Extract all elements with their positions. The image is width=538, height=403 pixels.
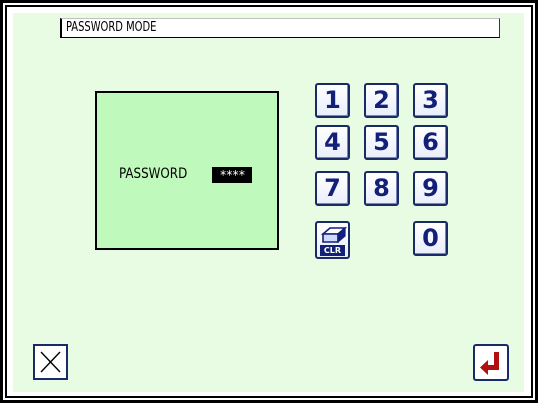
key-8[interactable]: 8 [364,171,399,206]
key-0[interactable]: 0 [413,221,448,256]
key-4[interactable]: 4 [315,125,350,160]
key-9[interactable]: 9 [413,171,448,206]
password-panel: PASSWORD **** [95,91,279,250]
clear-label: CLR [320,245,345,256]
enter-button[interactable] [473,344,509,381]
key-5[interactable]: 5 [364,125,399,160]
password-field[interactable]: **** [212,167,252,183]
key-3[interactable]: 3 [413,83,448,118]
enter-return-icon [480,352,499,375]
key-6[interactable]: 6 [413,125,448,160]
key-7[interactable]: 7 [315,171,350,206]
password-label: PASSWORD [119,166,188,182]
page-title: PASSWORD MODE [60,18,500,38]
eraser-icon [320,226,348,244]
key-2[interactable]: 2 [364,83,399,118]
close-x-icon [40,351,61,373]
cancel-button[interactable] [33,344,68,380]
key-1[interactable]: 1 [315,83,350,118]
clear-button[interactable]: CLR [315,221,350,259]
